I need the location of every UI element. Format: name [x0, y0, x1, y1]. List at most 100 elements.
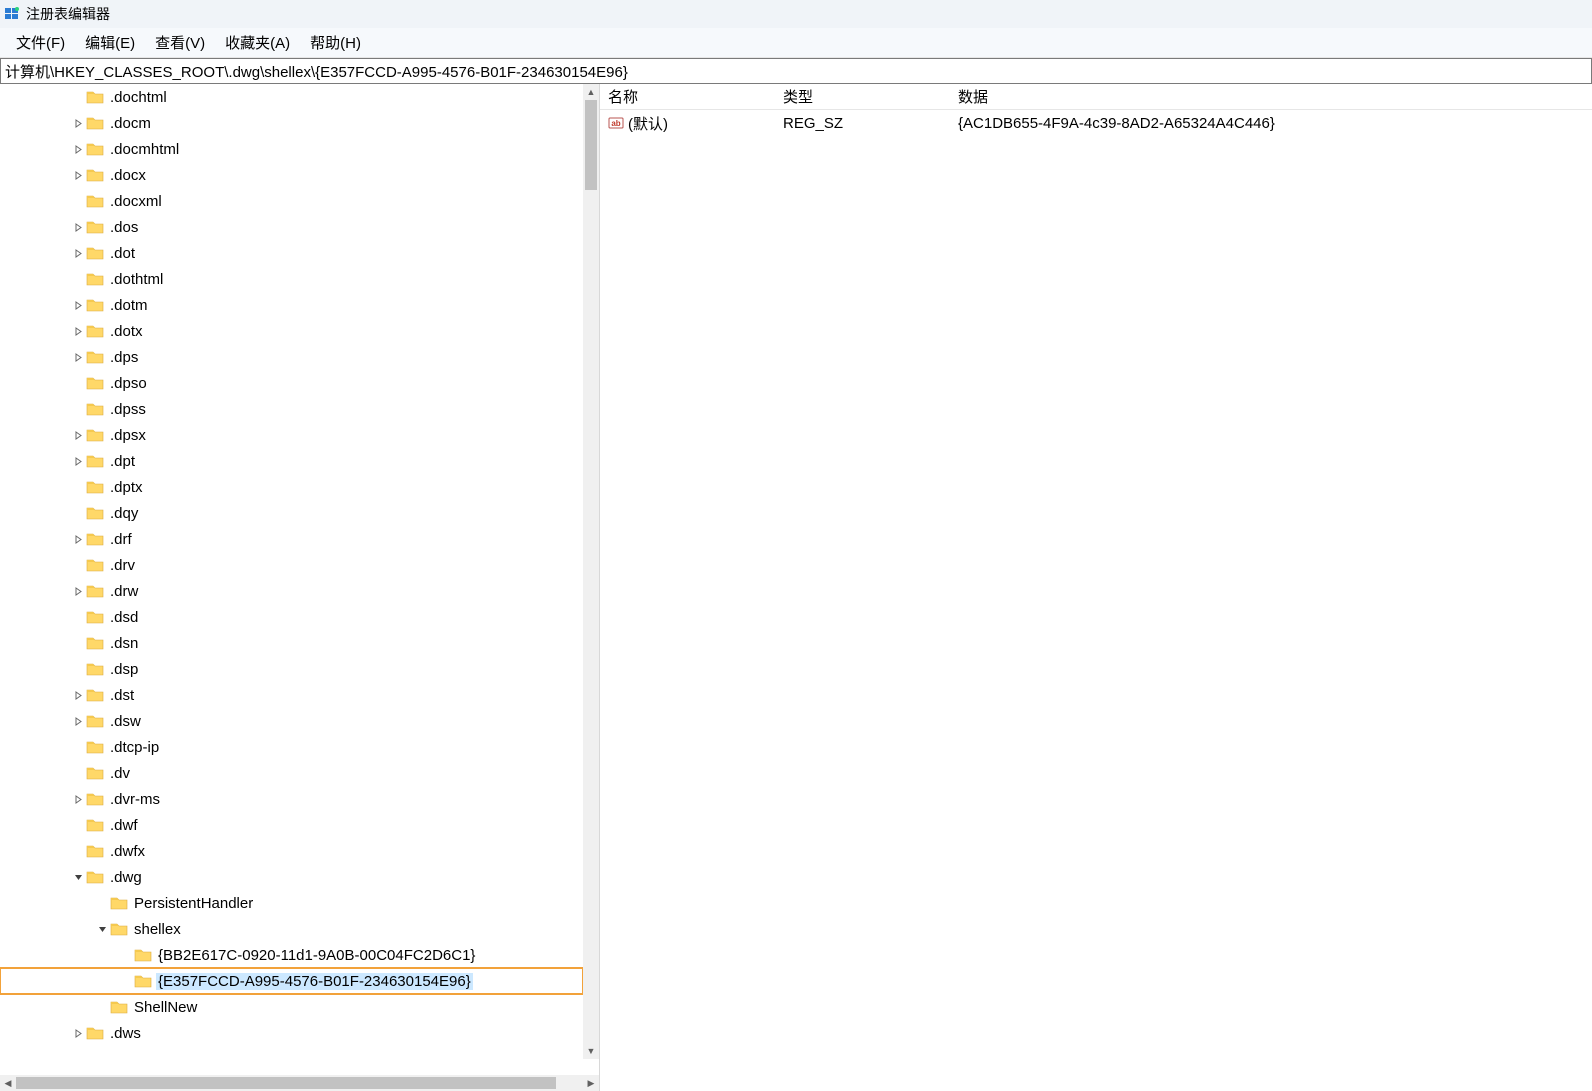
- tree-item[interactable]: .dps: [0, 344, 583, 370]
- tree-item[interactable]: .dwf: [0, 812, 583, 838]
- tree-item-label: .drw: [108, 583, 140, 600]
- tree-item-label: .dsw: [108, 713, 143, 730]
- tree-item[interactable]: .dos: [0, 214, 583, 240]
- value-type: REG_SZ: [775, 115, 950, 132]
- value-name: (默认): [628, 113, 668, 134]
- column-header-type[interactable]: 类型: [775, 86, 950, 107]
- chevron-right-icon[interactable]: [72, 117, 84, 129]
- expander-placeholder: [72, 195, 84, 207]
- tree-item[interactable]: .dochtml: [0, 84, 583, 110]
- tree-item[interactable]: .dsn: [0, 630, 583, 656]
- chevron-right-icon[interactable]: [72, 221, 84, 233]
- tree-pane: .dochtml.docm.docmhtml.docx.docxml.dos.d…: [0, 84, 600, 1091]
- menu-view[interactable]: 查看(V): [145, 29, 215, 56]
- tree-item[interactable]: .dot: [0, 240, 583, 266]
- tree-item[interactable]: .dtcp-ip: [0, 734, 583, 760]
- chevron-right-icon[interactable]: [72, 169, 84, 181]
- expander-placeholder: [120, 949, 132, 961]
- tree-item-label: .dws: [108, 1025, 143, 1042]
- expander-placeholder: [72, 767, 84, 779]
- tree-item[interactable]: .dwfx: [0, 838, 583, 864]
- vertical-scrollbar[interactable]: ▲ ▼: [583, 84, 599, 1059]
- tree-item-label: .dpso: [108, 375, 149, 392]
- chevron-right-icon[interactable]: [72, 793, 84, 805]
- tree-item[interactable]: .dsd: [0, 604, 583, 630]
- tree-item[interactable]: .drw: [0, 578, 583, 604]
- chevron-right-icon[interactable]: [72, 689, 84, 701]
- column-header-data[interactable]: 数据: [950, 86, 1592, 107]
- chevron-right-icon[interactable]: [72, 325, 84, 337]
- tree-item[interactable]: shellex: [0, 916, 583, 942]
- tree-item[interactable]: .dpso: [0, 370, 583, 396]
- chevron-right-icon[interactable]: [72, 247, 84, 259]
- tree-item[interactable]: .docm: [0, 110, 583, 136]
- scroll-down-arrow-icon[interactable]: ▼: [583, 1043, 599, 1059]
- tree-item[interactable]: .dst: [0, 682, 583, 708]
- expander-placeholder: [72, 819, 84, 831]
- tree-item-label: .dsp: [108, 661, 140, 678]
- tree-item[interactable]: .dpt: [0, 448, 583, 474]
- chevron-right-icon[interactable]: [72, 455, 84, 467]
- chevron-down-icon[interactable]: [72, 871, 84, 883]
- tree-item[interactable]: .docx: [0, 162, 583, 188]
- tree-item[interactable]: .dotm: [0, 292, 583, 318]
- tree-item[interactable]: .drv: [0, 552, 583, 578]
- tree-item[interactable]: .dv: [0, 760, 583, 786]
- tree-item-label: .dotx: [108, 323, 145, 340]
- tree-item[interactable]: .dwg: [0, 864, 583, 890]
- address-bar[interactable]: 计算机\HKEY_CLASSES_ROOT\.dwg\shellex\{E357…: [0, 58, 1592, 84]
- tree-item[interactable]: .dothtml: [0, 266, 583, 292]
- menubar: 文件(F) 编辑(E) 查看(V) 收藏夹(A) 帮助(H): [0, 28, 1592, 58]
- address-text: 计算机\HKEY_CLASSES_ROOT\.dwg\shellex\{E357…: [5, 61, 628, 82]
- chevron-right-icon[interactable]: [72, 351, 84, 363]
- expander-placeholder: [72, 637, 84, 649]
- tree-item[interactable]: .dws: [0, 1020, 583, 1046]
- tree-item[interactable]: .docxml: [0, 188, 583, 214]
- chevron-right-icon[interactable]: [72, 533, 84, 545]
- tree-item-label: .dqy: [108, 505, 140, 522]
- tree-item[interactable]: ShellNew: [0, 994, 583, 1020]
- scroll-up-arrow-icon[interactable]: ▲: [583, 84, 599, 100]
- values-header: 名称 类型 数据: [600, 84, 1592, 110]
- horizontal-scrollbar[interactable]: ◀ ▶: [0, 1075, 599, 1091]
- scroll-left-arrow-icon[interactable]: ◀: [0, 1075, 16, 1091]
- tree-item[interactable]: .dvr-ms: [0, 786, 583, 812]
- chevron-right-icon[interactable]: [72, 429, 84, 441]
- tree-item[interactable]: {E357FCCD-A995-4576-B01F-234630154E96}: [0, 968, 583, 994]
- value-row[interactable]: ab(默认)REG_SZ{AC1DB655-4F9A-4c39-8AD2-A65…: [600, 110, 1592, 136]
- menu-favorites[interactable]: 收藏夹(A): [215, 29, 300, 56]
- tree-item-label: .dptx: [108, 479, 145, 496]
- chevron-right-icon[interactable]: [72, 1027, 84, 1039]
- chevron-right-icon[interactable]: [72, 715, 84, 727]
- chevron-right-icon[interactable]: [72, 585, 84, 597]
- scroll-right-arrow-icon[interactable]: ▶: [583, 1075, 599, 1091]
- tree-item-label: .drf: [108, 531, 134, 548]
- chevron-right-icon[interactable]: [72, 143, 84, 155]
- tree-item-label: .dsd: [108, 609, 140, 626]
- horizontal-scrollbar-thumb[interactable]: [16, 1077, 556, 1089]
- tree-item[interactable]: .docmhtml: [0, 136, 583, 162]
- tree-item[interactable]: .drf: [0, 526, 583, 552]
- tree-item[interactable]: .dsp: [0, 656, 583, 682]
- chevron-down-icon[interactable]: [96, 923, 108, 935]
- content-area: .dochtml.docm.docmhtml.docx.docxml.dos.d…: [0, 84, 1592, 1091]
- tree-item-label: {BB2E617C-0920-11d1-9A0B-00C04FC2D6C1}: [156, 947, 477, 964]
- tree-item[interactable]: .dqy: [0, 500, 583, 526]
- tree-item[interactable]: .dpss: [0, 396, 583, 422]
- tree-item[interactable]: .dsw: [0, 708, 583, 734]
- expander-placeholder: [72, 507, 84, 519]
- tree-item[interactable]: .dotx: [0, 318, 583, 344]
- menu-file[interactable]: 文件(F): [6, 29, 75, 56]
- tree-item[interactable]: .dpsx: [0, 422, 583, 448]
- column-header-name[interactable]: 名称: [600, 86, 775, 107]
- tree-item[interactable]: .dptx: [0, 474, 583, 500]
- menu-help[interactable]: 帮助(H): [300, 29, 371, 56]
- tree-item-label: .drv: [108, 557, 137, 574]
- vertical-scrollbar-thumb[interactable]: [585, 100, 597, 190]
- chevron-right-icon[interactable]: [72, 299, 84, 311]
- menu-edit[interactable]: 编辑(E): [75, 29, 145, 56]
- tree-item[interactable]: PersistentHandler: [0, 890, 583, 916]
- tree-item-label: .docm: [108, 115, 153, 132]
- tree-item[interactable]: {BB2E617C-0920-11d1-9A0B-00C04FC2D6C1}: [0, 942, 583, 968]
- tree-item-label: .dsn: [108, 635, 140, 652]
